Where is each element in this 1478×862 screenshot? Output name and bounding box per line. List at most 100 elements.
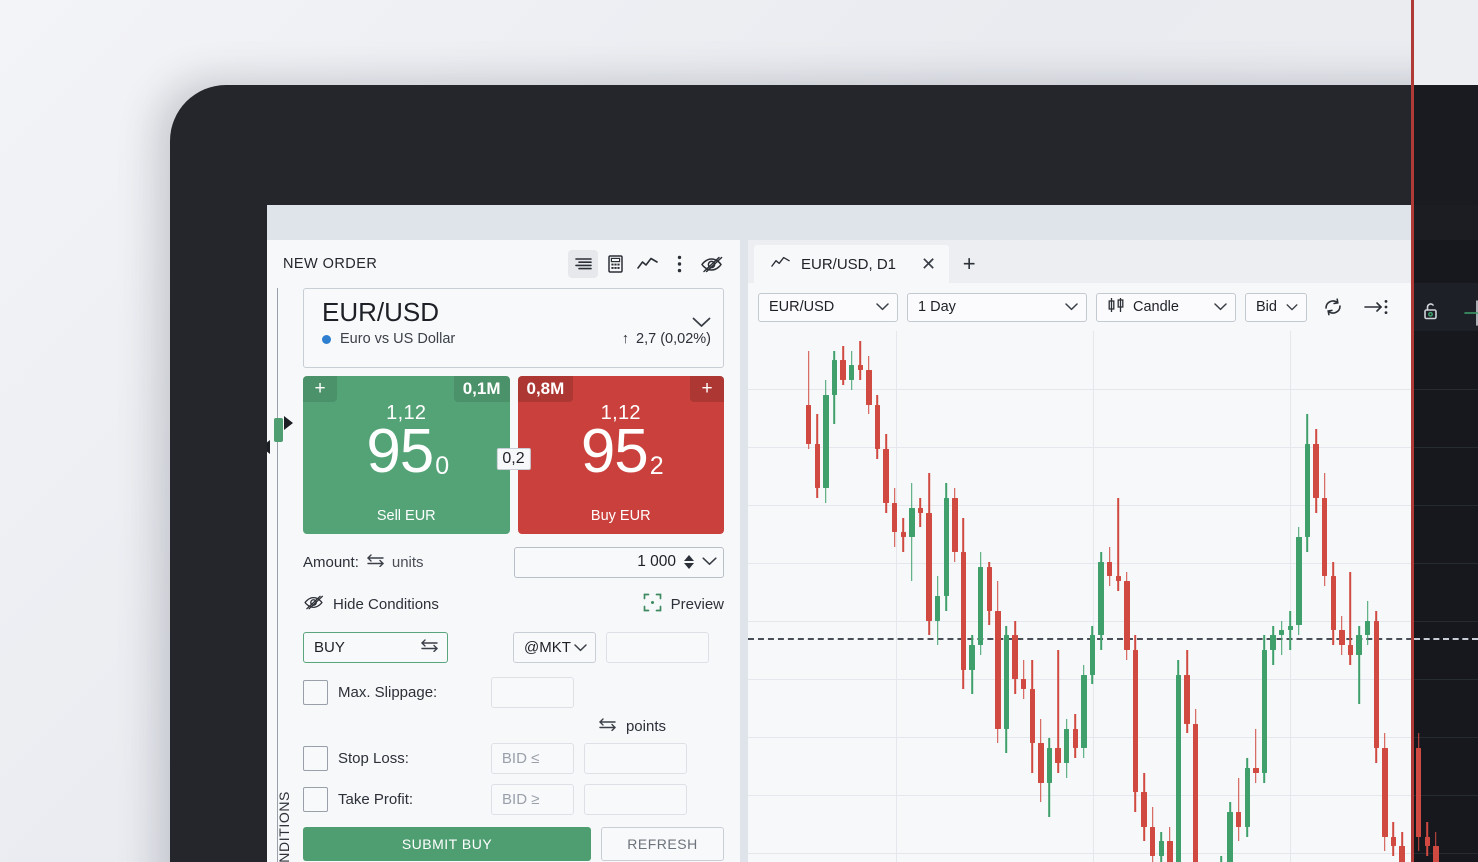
chevron-down-icon[interactable] — [692, 315, 711, 333]
take-profit-value-input[interactable] — [584, 784, 688, 815]
tab-eurusd-d1[interactable]: EUR/USD, D1 ✕ — [754, 245, 950, 283]
buy-tile[interactable]: + 0,8M 1,12 952 Buy EUR — [517, 376, 725, 534]
order-side-input[interactable]: BUY — [303, 632, 448, 663]
buy-volume-increase-button[interactable]: + — [690, 376, 724, 402]
amount-input[interactable]: 1 000 — [514, 546, 724, 578]
candle — [1124, 331, 1130, 862]
take-profit-row: Take Profit: BID ≥ — [303, 784, 724, 815]
sell-tile[interactable]: + 0,1M 1,12 950 Sell EUR — [303, 376, 510, 534]
order-type-row: BUY @MKT — [303, 632, 724, 663]
new-order-panel: NEW ORDER CONDITIONS EUR/USD Euro vs US … — [267, 240, 740, 862]
line-chart-icon — [771, 256, 790, 273]
close-icon[interactable]: ✕ — [921, 254, 936, 275]
candle — [1253, 331, 1259, 862]
stop-loss-condition-placeholder: BID ≤ — [501, 750, 540, 767]
hide-conditions-label: Hide Conditions — [333, 595, 439, 613]
change-arrow-icon: ↑ — [621, 331, 630, 347]
buy-price-main: 95 — [580, 417, 649, 486]
chart-type-select[interactable]: Candle — [1096, 292, 1236, 322]
take-profit-checkbox[interactable] — [303, 787, 328, 812]
line-chart-icon[interactable] — [632, 250, 662, 278]
hide-conditions-button[interactable]: Hide Conditions — [303, 595, 439, 614]
candle — [1202, 331, 1207, 862]
take-profit-condition-input[interactable]: BID ≥ — [491, 784, 575, 815]
swap-units-icon[interactable] — [366, 553, 385, 571]
candle — [1046, 331, 1053, 862]
candle — [943, 331, 949, 862]
candle — [978, 331, 984, 862]
candle — [849, 331, 855, 862]
sell-tile-label: Sell EUR — [376, 508, 436, 524]
chart-timeframe-value: 1 Day — [918, 299, 956, 315]
candle — [900, 331, 906, 862]
max-slippage-input[interactable] — [491, 677, 575, 708]
candlestick-chart[interactable] — [748, 331, 1478, 862]
candle — [1089, 331, 1096, 862]
candle — [1175, 331, 1182, 862]
candle — [1468, 331, 1473, 862]
rows-view-icon[interactable] — [568, 250, 598, 278]
buy-price-big: 952 — [518, 421, 725, 483]
candle — [1193, 331, 1199, 862]
candle — [1459, 331, 1464, 862]
instrument-selector[interactable]: EUR/USD Euro vs US Dollar ↑ 2,7 (0,02%) — [303, 288, 724, 368]
chevron-down-icon[interactable] — [574, 639, 587, 656]
candle — [995, 331, 1001, 862]
trading-app-window: NEW ORDER CONDITIONS EUR/USD Euro vs US … — [267, 205, 1478, 862]
candle — [1029, 331, 1035, 862]
more-vertical-icon[interactable] — [664, 250, 694, 278]
candle — [814, 331, 820, 862]
order-type-select[interactable]: @MKT — [513, 632, 596, 663]
candle — [857, 331, 863, 862]
candle — [1158, 331, 1164, 862]
order-price-input[interactable] — [606, 632, 709, 663]
preview-button[interactable]: Preview — [643, 593, 724, 616]
candle — [1038, 331, 1044, 862]
max-slippage-label: Max. Slippage: — [338, 684, 438, 701]
order-side-value: BUY — [314, 639, 345, 656]
chart-price-side-value: Bid — [1256, 299, 1277, 315]
eye-off-icon[interactable] — [696, 250, 726, 278]
candle — [866, 331, 872, 862]
jump-to-latest-icon[interactable] — [1359, 292, 1393, 322]
swap-side-icon[interactable] — [420, 639, 439, 656]
points-row: points — [303, 718, 724, 735]
stop-loss-row: Stop Loss: BID ≤ — [303, 743, 724, 774]
add-tab-button[interactable]: + — [949, 245, 989, 283]
candle — [1098, 331, 1104, 862]
refresh-icon[interactable] — [1316, 292, 1350, 322]
alignment-guide-line — [1411, 0, 1414, 862]
max-slippage-checkbox[interactable] — [303, 680, 328, 705]
candle — [1132, 331, 1139, 862]
amount-label-group: Amount: units — [303, 554, 424, 571]
calculator-icon[interactable] — [600, 250, 630, 278]
candle — [840, 331, 846, 862]
order-actions: SUBMIT BUY REFRESH — [303, 827, 724, 861]
sell-price-main: 95 — [366, 417, 434, 486]
chart-symbol-select[interactable]: EUR/USD — [758, 292, 898, 322]
submit-buy-button[interactable]: SUBMIT BUY — [303, 827, 591, 861]
sell-volume-increase-button[interactable]: + — [303, 376, 337, 402]
chart-price-side-select[interactable]: Bid — [1245, 292, 1307, 322]
chart-timeframe-select[interactable]: 1 Day — [907, 292, 1087, 322]
candle — [1115, 331, 1121, 862]
amount-stepper[interactable] — [684, 554, 694, 570]
stop-loss-value-input[interactable] — [583, 743, 687, 774]
candle — [1167, 331, 1173, 862]
refresh-button[interactable]: REFRESH — [601, 827, 724, 861]
candle — [874, 331, 881, 862]
candle — [1296, 331, 1302, 862]
lock-open-icon[interactable] — [1420, 300, 1444, 329]
crosshair-icon[interactable] — [1464, 300, 1478, 331]
preview-frame-icon — [643, 593, 662, 616]
sell-price-pip: 0 — [435, 452, 449, 480]
take-profit-label: Take Profit: — [338, 791, 414, 808]
candle — [1382, 331, 1388, 862]
swap-points-icon[interactable] — [598, 718, 617, 735]
stop-loss-checkbox[interactable] — [303, 746, 328, 771]
candle — [1236, 331, 1242, 862]
amount-dropdown-icon[interactable] — [702, 553, 717, 571]
stop-loss-condition-input[interactable]: BID ≤ — [490, 743, 574, 774]
candle — [883, 331, 889, 862]
sell-price-big: 950 — [303, 421, 510, 483]
